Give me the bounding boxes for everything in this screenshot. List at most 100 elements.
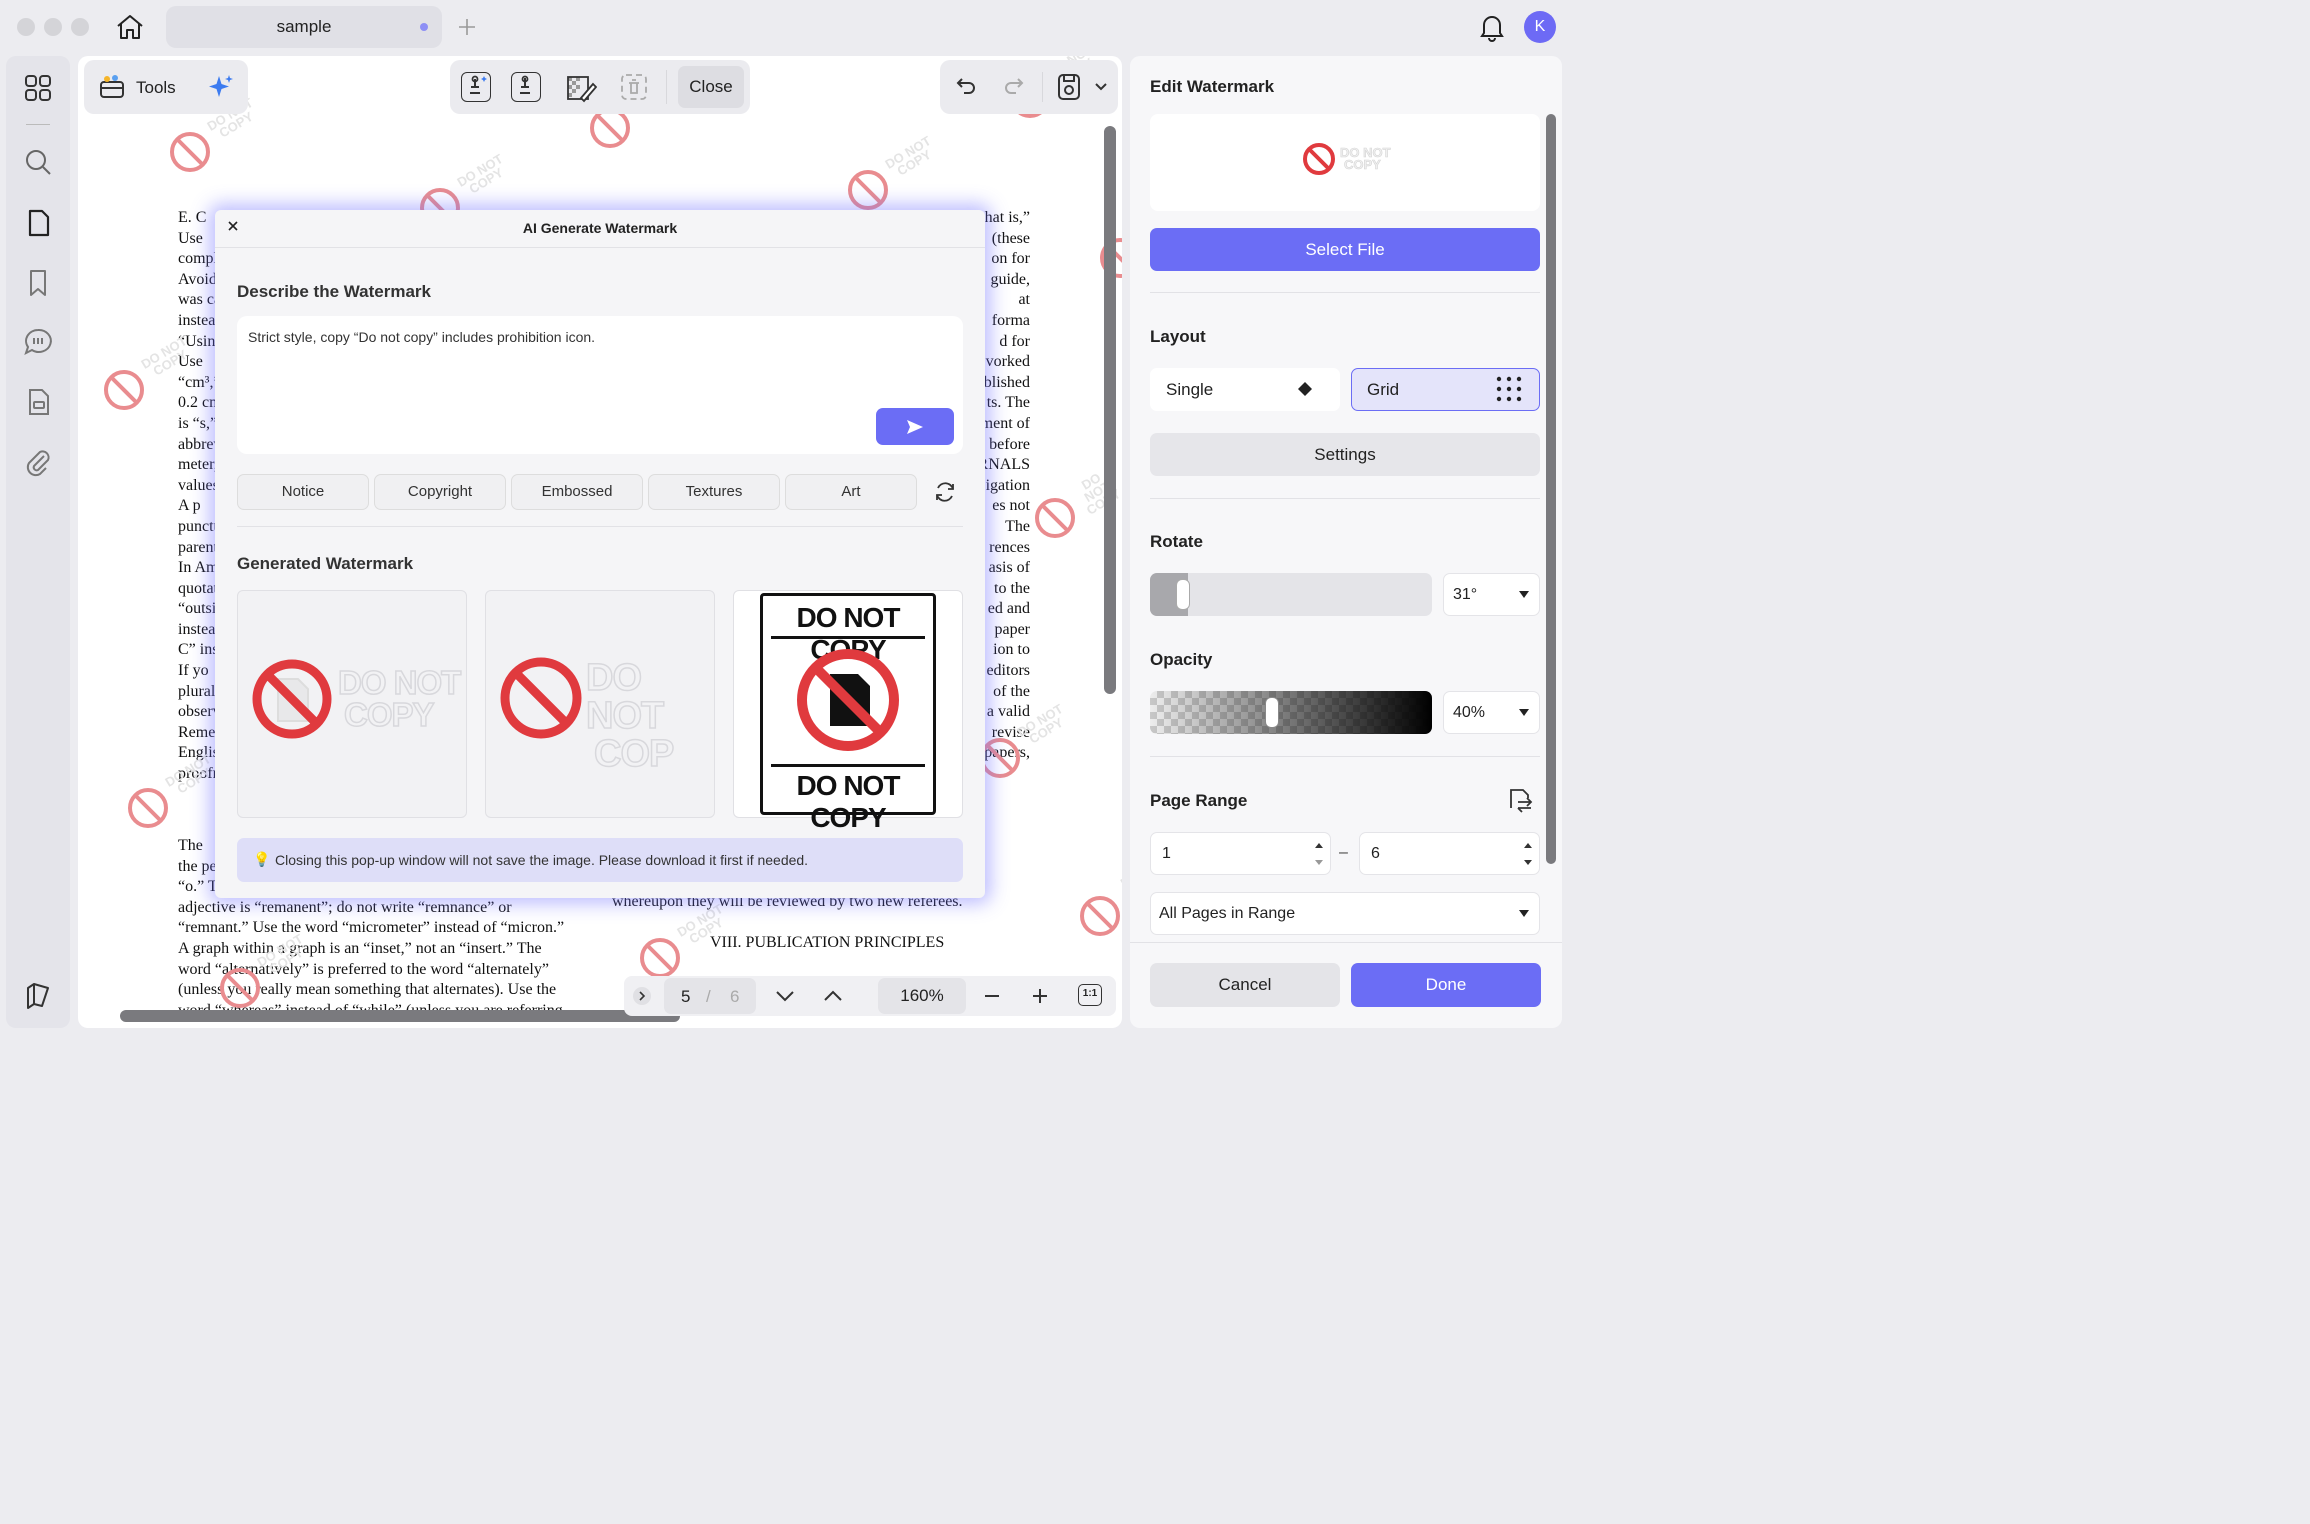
zoom-level[interactable]: 160% [878, 978, 966, 1014]
done-button[interactable]: Done [1351, 963, 1541, 1007]
horizontal-scrollbar[interactable] [120, 1010, 680, 1022]
chip-notice[interactable]: Notice [237, 474, 369, 510]
range-mode-dropdown[interactable]: All Pages in Range [1150, 892, 1540, 935]
caret-down-icon [1519, 909, 1529, 917]
page-number-field[interactable]: 5 / 6 [664, 978, 756, 1014]
form-icon[interactable] [22, 386, 54, 418]
redo-icon[interactable] [1002, 75, 1026, 99]
new-tab-icon[interactable] [457, 17, 477, 37]
prohibition-stamp-icon [1035, 498, 1075, 538]
close-window-button[interactable] [17, 18, 35, 36]
zoom-out-icon[interactable] [982, 986, 1002, 1006]
ai-generate-watermark-dialog: AI Generate Watermark Describe the Water… [215, 210, 985, 898]
chevron-right-icon[interactable] [632, 986, 652, 1006]
previous-page-chevron-icon[interactable] [822, 986, 844, 1006]
attachment-icon[interactable] [22, 446, 54, 478]
prohibited-document-icon [797, 649, 899, 751]
page-icon[interactable] [22, 207, 54, 239]
rotate-dropdown[interactable]: 31° [1443, 573, 1540, 616]
tools-group: Tools [84, 60, 248, 114]
page-range-swap-icon[interactable] [1506, 786, 1534, 814]
range-from-stepper[interactable]: 1 [1150, 832, 1331, 875]
preview-text: DO NOT COPY [1340, 146, 1391, 172]
lightbulb-icon: 💡 [253, 851, 271, 867]
watermark-stamp-text: DO NOTCOPY [674, 900, 726, 947]
title-bar: sample K [0, 0, 1568, 54]
stepper-arrows-icon[interactable] [1523, 839, 1533, 869]
dialog-title: AI Generate Watermark [522, 220, 678, 236]
edit-watermark-button[interactable] [565, 72, 598, 104]
opacity-slider-handle[interactable] [1264, 697, 1279, 728]
prohibition-icon [500, 657, 582, 739]
avatar[interactable]: K [1524, 11, 1556, 43]
settings-button[interactable]: Settings [1150, 433, 1540, 476]
add-watermark-ai-button[interactable] [461, 72, 491, 102]
select-file-button[interactable]: Select File [1150, 228, 1540, 271]
actual-size-button[interactable]: 1:1 [1078, 984, 1102, 1006]
stepper-arrows-icon[interactable] [1314, 839, 1324, 869]
caret-down-icon [1519, 590, 1529, 598]
prohibition-stamp-icon [104, 370, 144, 410]
sidebar-toggle-icon[interactable] [22, 980, 54, 1012]
zoom-window-button[interactable] [71, 18, 89, 36]
chip-embossed[interactable]: Embossed [511, 474, 643, 510]
generated-watermark-card-1[interactable]: DO NOT COPY [237, 590, 467, 818]
close-watermark-mode-button[interactable]: Close [678, 66, 744, 108]
save-icon[interactable] [1056, 73, 1082, 101]
bookmark-icon[interactable] [22, 267, 54, 299]
prohibition-stamp-icon [640, 938, 680, 978]
chip-copyright[interactable]: Copyright [374, 474, 506, 510]
search-icon[interactable] [22, 146, 54, 178]
unsaved-dot [420, 23, 428, 31]
chip-textures[interactable]: Textures [648, 474, 780, 510]
cancel-button[interactable]: Cancel [1150, 963, 1340, 1007]
opacity-slider[interactable] [1150, 691, 1432, 734]
sign-rule [771, 636, 925, 639]
prohibition-stamp-icon [220, 968, 260, 1008]
minimize-window-button[interactable] [44, 18, 62, 36]
panel-divider [1150, 292, 1540, 293]
range-to-value: 6 [1371, 845, 1380, 862]
watermark-stamp-text: DO NOTCOPY [162, 750, 214, 797]
prompt-text: Strict style, copy “Do not copy” include… [248, 329, 596, 345]
card-2-line1: DO NOT [585, 657, 665, 737]
page-separator: / [706, 987, 711, 1006]
notice-banner: 💡 Closing this pop-up window will not sa… [237, 838, 963, 882]
stamp-button[interactable] [511, 72, 541, 102]
total-pages: 6 [730, 987, 740, 1006]
vertical-scrollbar[interactable] [1104, 126, 1116, 694]
dialog-divider [237, 526, 963, 527]
undo-icon[interactable] [954, 75, 978, 99]
opacity-heading: Opacity [1150, 650, 1213, 669]
comment-icon[interactable] [22, 326, 54, 358]
sign-rule [771, 764, 925, 767]
rail-divider [26, 124, 50, 125]
panel-scrollbar[interactable] [1546, 114, 1556, 864]
send-button[interactable] [876, 408, 954, 445]
tools-icon[interactable] [98, 73, 126, 101]
rotate-slider[interactable] [1150, 573, 1432, 616]
chip-art[interactable]: Art [785, 474, 917, 510]
home-icon[interactable] [115, 13, 145, 41]
rotate-slider-handle[interactable] [1176, 579, 1191, 610]
generated-watermark-card-3[interactable]: DO NOT COPY DO NOT COPY [733, 590, 963, 833]
document-tab[interactable]: sample [166, 6, 442, 48]
opacity-dropdown[interactable]: 40% [1443, 691, 1540, 734]
ai-sparkle-icon[interactable] [206, 72, 236, 102]
thumbnails-icon[interactable] [22, 72, 54, 104]
prohibition-stamp-icon [1080, 896, 1120, 936]
bell-icon[interactable] [1478, 12, 1506, 42]
remove-watermark-button[interactable] [619, 72, 649, 102]
range-to-stepper[interactable]: 6 [1359, 832, 1540, 875]
refresh-icon[interactable] [933, 480, 957, 504]
layout-single-option[interactable]: Single [1150, 368, 1340, 411]
chevron-down-icon[interactable] [1094, 80, 1108, 94]
tools-label[interactable]: Tools [136, 78, 176, 98]
prompt-textarea[interactable]: Strict style, copy “Do not copy” include… [237, 316, 963, 454]
generated-watermark-card-2[interactable]: DO NOT COP [485, 590, 715, 818]
card-2-text: DO NOT COP [585, 657, 714, 774]
zoom-in-icon[interactable] [1030, 986, 1050, 1006]
layout-grid-option[interactable]: Grid [1351, 368, 1540, 411]
prohibition-stamp-icon [128, 788, 168, 828]
next-page-chevron-icon[interactable] [774, 986, 796, 1006]
